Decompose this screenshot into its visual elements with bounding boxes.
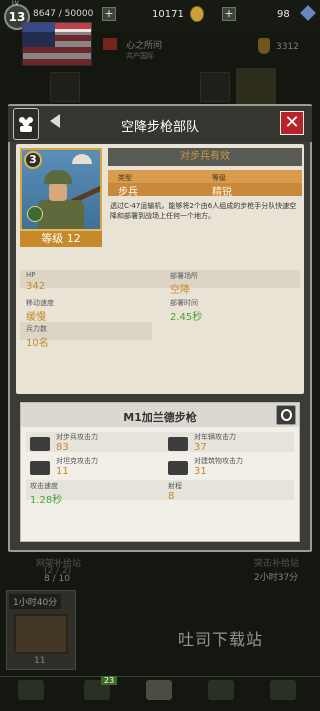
troops-value: 10名 [26, 338, 49, 349]
soldier-face-graphic [49, 183, 67, 201]
back-arrow-icon[interactable] [50, 114, 60, 128]
vs-infantry-label: 对步兵攻击力 [56, 433, 98, 441]
unit-description: 透过C-47运输机，能够将2个由6人组成的步枪手分队快速空降和部署到战场上任何一… [110, 202, 297, 220]
vehicle-icon [168, 437, 188, 451]
parachute-icon [72, 154, 92, 164]
move-speed-value: 缓慢 [26, 312, 46, 323]
modal-title: 空降步枪部队 [120, 120, 199, 135]
tank-icon [30, 461, 50, 475]
type-label: 类型 [118, 174, 132, 182]
unit-class-icon [27, 206, 43, 222]
grade-value: 精锐 [212, 187, 232, 198]
vs-vehicle-label: 对车辆攻击力 [194, 433, 236, 441]
add-xp-button[interactable]: + [102, 7, 116, 21]
nav-badge: 23 [101, 676, 118, 685]
range-label: 射程 [168, 482, 182, 490]
rank-badge: 3 [24, 151, 42, 169]
range-value: 8 [168, 491, 175, 502]
add-coins-button[interactable]: + [222, 7, 236, 21]
xp-counter: 8647 / 50000 [33, 9, 94, 19]
grade-label: 等级 [212, 174, 226, 182]
building-icon [168, 461, 188, 475]
coin-counter: 10171 [152, 9, 184, 20]
stopwatch-icon[interactable] [276, 405, 296, 425]
attack-speed-label: 攻击速度 [30, 482, 58, 490]
deploy-time-label: 部署时间 [170, 299, 198, 307]
gem-counter: 98 [277, 9, 290, 20]
nav-home-icon[interactable] [18, 680, 44, 700]
weapon-name: M1加兰德步枪 [123, 411, 197, 424]
vs-building-value: 31 [194, 466, 207, 477]
vs-building-label: 对建筑物攻击力 [194, 457, 243, 465]
close-button[interactable]: ✕ [280, 111, 304, 135]
helmet-graphic [44, 170, 72, 184]
unit-level: 等级 12 [20, 229, 102, 247]
effective-against-banner: 对步兵有效 [108, 148, 302, 166]
deploy-place-value: 空降 [170, 285, 190, 296]
weapon-stat-row [26, 480, 294, 500]
deploy-place-label: 部署场所 [170, 272, 198, 280]
nav-base-icon[interactable] [146, 680, 172, 700]
nav-shop-icon[interactable] [208, 680, 234, 700]
hp-label: HP [26, 271, 36, 279]
vs-tank-label: 对坦克攻击力 [56, 457, 98, 465]
vs-vehicle-value: 37 [194, 442, 207, 453]
move-speed-label: 移动速度 [26, 299, 54, 307]
hp-value: 342 [26, 281, 46, 292]
vs-infantry-value: 83 [56, 442, 69, 453]
stat-row [20, 270, 300, 288]
type-value: 步兵 [118, 187, 138, 198]
nav-alliance-icon[interactable] [270, 680, 296, 700]
unit-emblem-button[interactable] [13, 108, 39, 140]
attack-speed-value: 1.28秒 [30, 495, 63, 506]
vs-tank-value: 11 [56, 466, 69, 477]
coin-icon [190, 6, 204, 22]
infantry-icon [30, 437, 50, 451]
troops-label: 兵力数 [26, 325, 47, 333]
soldiers-icon [19, 117, 33, 132]
deploy-time-value: 2.45秒 [170, 312, 203, 323]
level-tag: LV [12, 0, 19, 7]
